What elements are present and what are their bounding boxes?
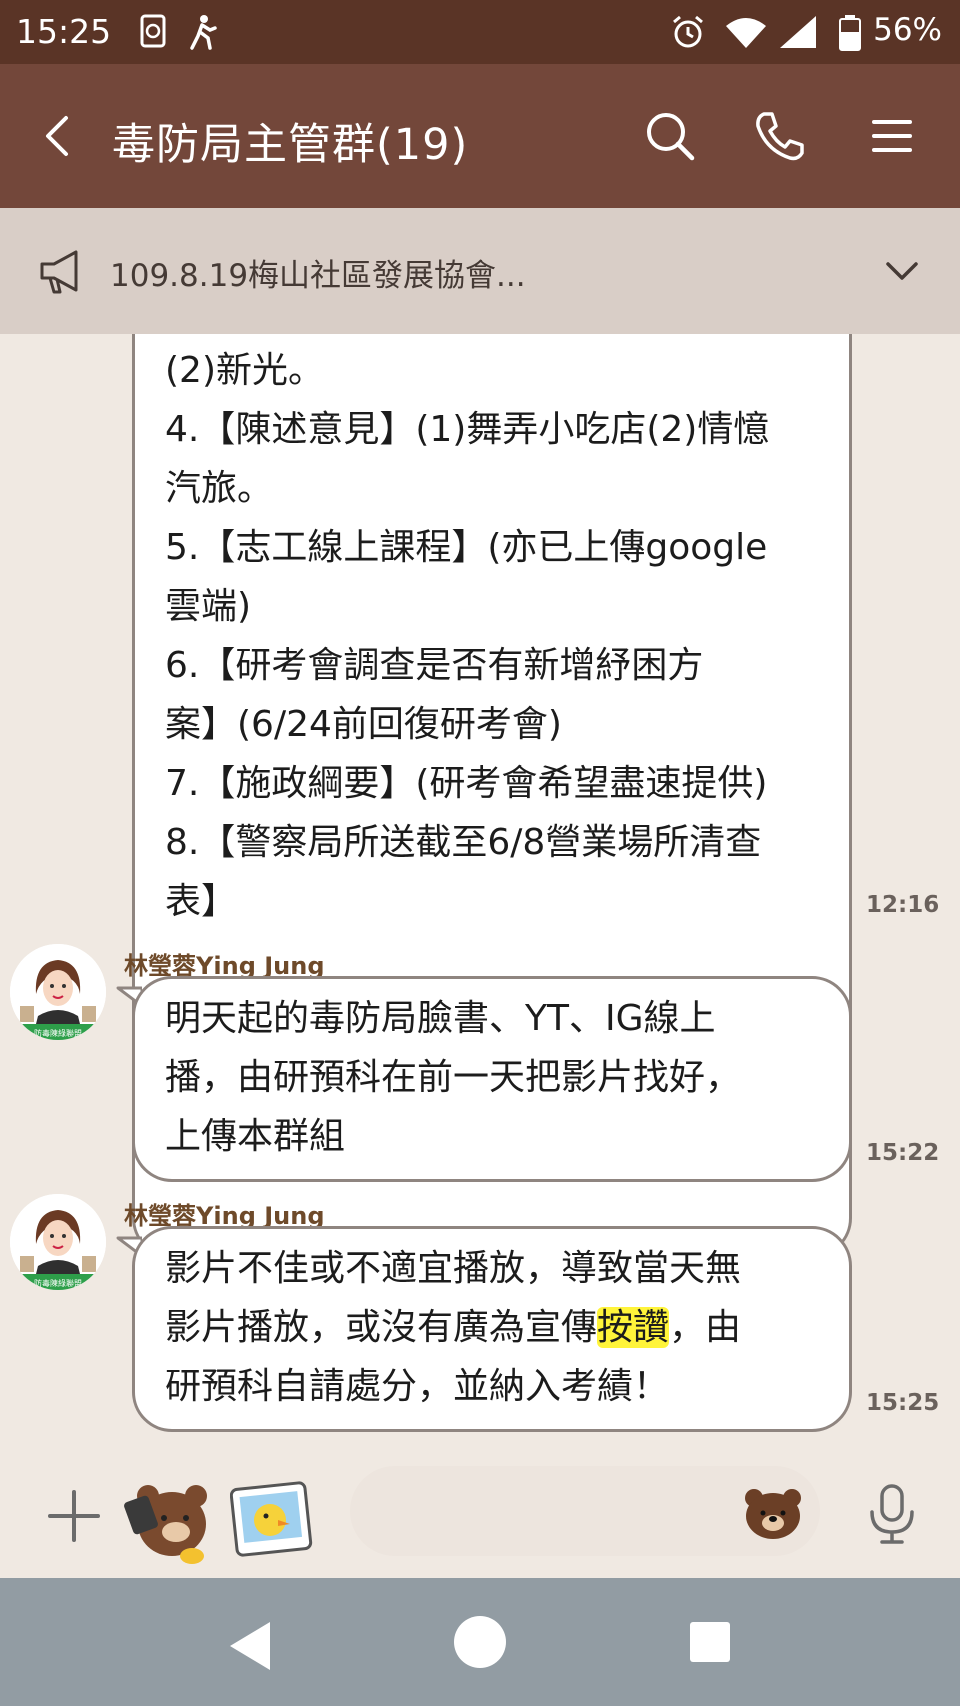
alarm-icon	[670, 14, 706, 54]
message-bubble[interactable]: 影片不佳或不適宜播放，導致當天無 影片播放，或沒有廣為宣傳按讚，由 研預科自請處…	[132, 1226, 852, 1432]
message-line: 上傳本群組	[165, 1116, 346, 1157]
battery-icon	[838, 14, 862, 56]
emoji-icon[interactable]	[742, 1486, 804, 1540]
message-timestamp: 15:22	[866, 1140, 940, 1166]
svg-text:防毒陳綠聯盟: 防毒陳綠聯盟	[34, 1278, 82, 1288]
message-line: 5.【志工線上課程】(亦已上傳google	[165, 527, 768, 568]
message-line: 6.【研考會調查是否有新增紓困方	[165, 645, 704, 686]
avatar[interactable]: 防毒陳綠聯盟	[10, 944, 106, 1040]
photo-icon[interactable]	[229, 1480, 314, 1558]
chat-header: 毒防局主管群(19)	[0, 64, 960, 208]
message-timestamp: 12:16	[866, 892, 940, 918]
back-icon[interactable]	[30, 108, 86, 164]
message-input[interactable]	[374, 1486, 754, 1536]
system-nav-bar	[0, 1578, 960, 1706]
nav-home-icon[interactable]	[452, 1614, 508, 1674]
message-line: 7.【施政綱要】(研考會希望盡速提供)	[165, 763, 768, 804]
microphone-icon[interactable]	[862, 1482, 922, 1546]
nav-recents-icon[interactable]	[688, 1620, 732, 1668]
message-timestamp: 15:25	[866, 1390, 940, 1416]
message-line: (2)新光。	[165, 350, 324, 391]
status-bar: 15:25 56%	[0, 0, 960, 64]
highlighted-text: 按讚	[597, 1307, 670, 1348]
message-line: 表】	[165, 881, 238, 922]
message-line: 研預科自請處分，並納入考績！	[165, 1366, 670, 1407]
message-line: 案】(6/24前回復研考會)	[165, 704, 562, 745]
message-line: 汽旅。	[165, 468, 274, 509]
input-bar	[0, 1444, 960, 1578]
message-text: 影片播放，或沒有廣為宣傳	[165, 1307, 598, 1348]
plus-icon[interactable]	[46, 1488, 102, 1544]
chat-area[interactable]: (2)新光。 4.【陳述意見】(1)舞弄小吃店(2)情憶 汽旅。 5.【志工線上…	[0, 334, 960, 1444]
search-icon[interactable]	[640, 106, 700, 166]
battery-percent: 56%	[873, 12, 942, 48]
avatar[interactable]: 防毒陳綠聯盟	[10, 1194, 106, 1290]
chat-title: 毒防局主管群(19)	[112, 120, 469, 170]
phone-icon[interactable]	[750, 106, 810, 166]
status-time: 15:25	[16, 12, 112, 51]
message-line: 影片播放，或沒有廣為宣傳按讚，由	[165, 1298, 819, 1357]
walking-icon	[186, 14, 218, 54]
message-line: 明天起的毒防局臉書、YT、IG線上	[165, 998, 716, 1039]
megaphone-icon	[38, 248, 88, 294]
svg-text:防毒陳綠聯盟: 防毒陳綠聯盟	[34, 1028, 82, 1038]
nav-back-icon[interactable]	[226, 1618, 274, 1678]
message-line: 影片不佳或不適宜播放，導致當天無	[165, 1248, 742, 1289]
chevron-down-icon[interactable]	[882, 252, 922, 292]
message-text: ，由	[669, 1307, 742, 1348]
message-line: 4.【陳述意見】(1)舞弄小吃店(2)情憶	[165, 409, 770, 450]
message-bubble[interactable]: 明天起的毒防局臉書、YT、IG線上 播，由研預科在前一天把影片找好， 上傳本群組	[132, 976, 852, 1182]
wifi-icon	[724, 14, 768, 54]
message-line: 雲端)	[165, 586, 252, 627]
announcement-text: 109.8.19梅山社區發展協會...	[110, 258, 526, 294]
sticker-icon[interactable]	[120, 1470, 216, 1566]
menu-icon[interactable]	[862, 106, 922, 166]
message-line: 播，由研預科在前一天把影片找好，	[165, 1057, 742, 1098]
signal-icon	[778, 14, 818, 54]
sim-icon	[140, 14, 166, 52]
message-line: 8.【警察局所送截至6/8營業場所清查	[165, 822, 762, 863]
announcement-bar[interactable]: 109.8.19梅山社區發展協會...	[0, 208, 960, 334]
